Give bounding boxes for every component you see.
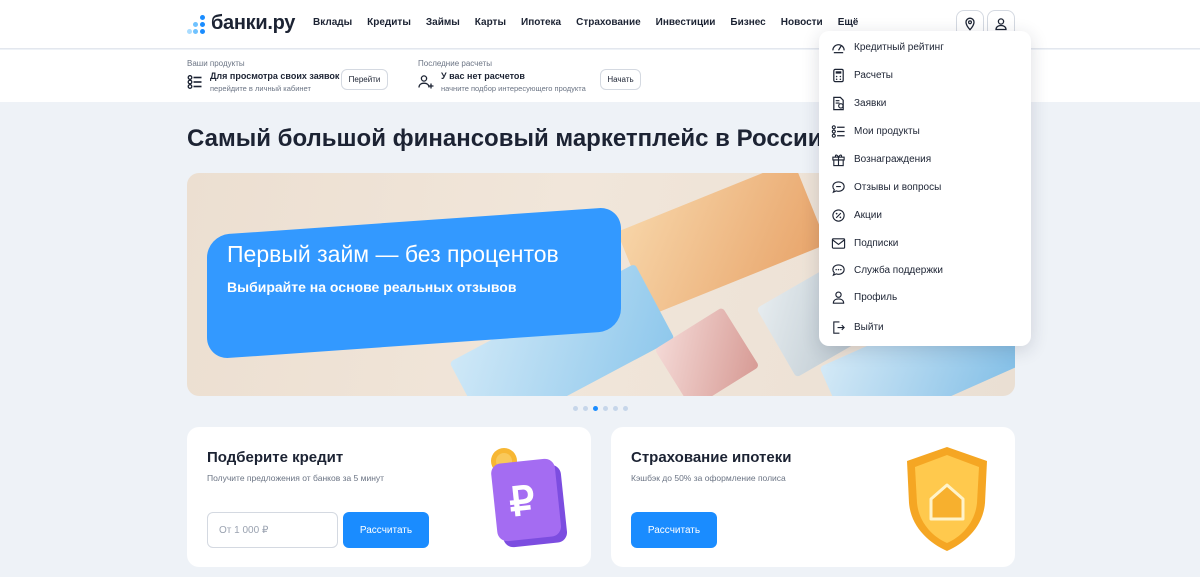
menu-item-support[interactable]: Служба поддержки xyxy=(831,259,943,281)
location-pin-icon xyxy=(965,17,975,31)
menu-item-calculations[interactable]: Расчеты xyxy=(831,64,893,86)
menu-item-rewards[interactable]: Вознаграждения xyxy=(831,148,931,170)
mail-icon xyxy=(831,237,846,249)
menu-item-label: Подписки xyxy=(854,237,899,249)
chat-icon xyxy=(832,180,845,193)
ruble-wallet-icon: ₽ xyxy=(491,448,568,548)
main-nav: Вклады Кредиты Займы Карты Ипотека Страх… xyxy=(313,17,873,28)
menu-item-label: Заявки xyxy=(854,97,887,109)
menu-item-promotions[interactable]: Акции xyxy=(831,204,882,226)
nav-item-cards[interactable]: Карты xyxy=(475,17,506,28)
your-products-block: Ваши продукты Для просмотра своих заявок… xyxy=(187,59,339,93)
mortgage-insurance-title: Страхование ипотеки xyxy=(631,449,792,466)
menu-item-applications[interactable]: Заявки xyxy=(831,92,886,114)
list-icon xyxy=(831,124,845,138)
your-products-desc: перейдите в личный кабинет xyxy=(210,84,311,93)
nav-item-news[interactable]: Новости xyxy=(781,17,823,28)
menu-item-label: Служба поддержки xyxy=(854,264,944,276)
last-calculations-title: У вас нет расчетов xyxy=(441,71,525,81)
nav-item-insurance[interactable]: Страхование xyxy=(576,17,641,28)
credit-card-title: Подберите кредит xyxy=(207,449,344,466)
list-icon xyxy=(187,75,202,89)
nav-item-loans[interactable]: Займы xyxy=(426,17,460,28)
mortgage-insurance-desc: Кэшбэк до 50% за оформление полиса xyxy=(631,473,786,483)
document-icon xyxy=(833,96,844,110)
gift-icon xyxy=(832,153,845,166)
last-calculations-caption: Последние расчеты xyxy=(418,59,492,68)
support-chat-icon xyxy=(832,263,845,276)
logo-icon xyxy=(187,14,207,34)
menu-item-label: Отзывы и вопросы xyxy=(854,181,942,193)
banknote-5000-image xyxy=(654,307,760,396)
menu-item-my-products[interactable]: Мои продукты xyxy=(831,120,920,142)
nav-item-business[interactable]: Бизнес xyxy=(730,17,765,28)
go-to-cabinet-button[interactable]: Перейти xyxy=(341,69,388,90)
carousel-dot[interactable] xyxy=(623,406,628,411)
menu-item-label: Мои продукты xyxy=(854,125,920,137)
logout-icon xyxy=(833,320,845,334)
calculator-icon xyxy=(833,68,844,82)
carousel-dot[interactable] xyxy=(613,406,618,411)
menu-item-label: Расчеты xyxy=(854,69,893,81)
page-title: Самый большой финансовый маркетплейс в Р… xyxy=(187,125,823,152)
nav-item-deposits[interactable]: Вклады xyxy=(313,17,352,28)
menu-item-label: Профиль xyxy=(854,291,898,303)
insurance-calculate-button[interactable]: Рассчитать xyxy=(631,512,717,548)
your-products-title: Для просмотра своих заявок xyxy=(210,71,340,81)
carousel-dot[interactable] xyxy=(573,406,578,411)
carousel-dot-active[interactable] xyxy=(593,406,598,411)
credit-calculate-button[interactable]: Рассчитать xyxy=(343,512,429,548)
user-plus-icon xyxy=(418,75,434,89)
percent-icon xyxy=(832,208,845,222)
nav-item-more[interactable]: Ещё xyxy=(838,17,859,28)
banner-subtitle: Выбирайте на основе реальных отзывов xyxy=(227,279,517,295)
gauge-icon xyxy=(832,43,845,53)
last-calculations-desc: начните подбор интересующего продукта xyxy=(441,84,586,93)
credit-amount-input[interactable] xyxy=(207,512,338,548)
shield-house-icon xyxy=(907,447,987,551)
carousel-dots xyxy=(573,406,633,411)
menu-item-credit-rating[interactable]: Кредитный рейтинг xyxy=(831,36,944,58)
menu-item-label: Кредитный рейтинг xyxy=(854,41,944,53)
carousel-dot[interactable] xyxy=(603,406,608,411)
credit-card-widget: Подберите кредит Получите предложения от… xyxy=(187,427,591,567)
nav-item-investments[interactable]: Инвестиции xyxy=(656,17,716,28)
svg-text:₽: ₽ xyxy=(507,479,537,525)
nav-item-credits[interactable]: Кредиты xyxy=(367,17,411,28)
last-calculations-block: Последние расчеты У вас нет расчетов нач… xyxy=(418,59,586,93)
banner-title: Первый займ — без процентов xyxy=(227,241,559,267)
logo[interactable]: банки.ру xyxy=(187,12,295,35)
mortgage-insurance-widget: Страхование ипотеки Кэшбэк до 50% за офо… xyxy=(611,427,1015,567)
user-icon xyxy=(995,18,1007,31)
nav-item-mortgage[interactable]: Ипотека xyxy=(521,17,561,28)
profile-dropdown-menu: Кредитный рейтинг Расчеты Заявки Мои про… xyxy=(819,31,1031,346)
credit-card-desc: Получите предложения от банков за 5 мину… xyxy=(207,473,385,483)
menu-item-reviews[interactable]: Отзывы и вопросы xyxy=(831,176,941,198)
menu-item-logout[interactable]: Выйти xyxy=(831,316,884,338)
menu-item-label: Выйти xyxy=(854,321,884,333)
menu-item-label: Вознаграждения xyxy=(854,153,932,165)
user-icon xyxy=(832,291,845,304)
logo-text: банки.ру xyxy=(211,12,296,34)
your-products-caption: Ваши продукты xyxy=(187,59,245,68)
menu-item-label: Акции xyxy=(854,209,882,221)
menu-item-profile[interactable]: Профиль xyxy=(831,286,897,308)
start-calculation-button[interactable]: Начать xyxy=(600,69,641,90)
menu-item-subscriptions[interactable]: Подписки xyxy=(831,232,898,254)
carousel-dot[interactable] xyxy=(583,406,588,411)
